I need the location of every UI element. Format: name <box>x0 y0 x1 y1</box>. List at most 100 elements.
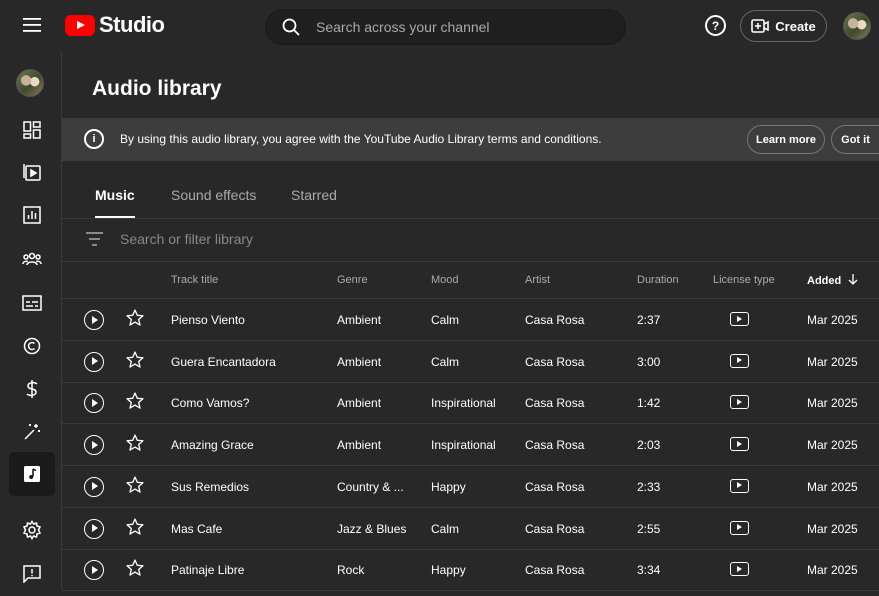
table-row[interactable]: Pienso Viento Ambient Calm Casa Rosa 2:37 Mar… <box>62 299 879 341</box>
play-icon[interactable] <box>84 435 104 456</box>
sidebar-item-content[interactable] <box>9 150 55 194</box>
sidebar-item-dashboard[interactable] <box>9 108 55 152</box>
dashboard-icon <box>23 121 41 139</box>
track-genre: Rock <box>337 563 365 578</box>
analytics-icon <box>23 206 41 224</box>
account-avatar[interactable] <box>843 12 871 40</box>
info-icon: i <box>84 129 104 149</box>
star-icon[interactable] <box>125 350 145 373</box>
copyright-icon <box>23 337 41 355</box>
search-icon[interactable] <box>266 18 316 36</box>
sidebar-item-audio-library[interactable] <box>9 452 55 496</box>
track-artist: Casa Rosa <box>525 396 585 411</box>
header-duration[interactable]: Duration <box>637 274 679 286</box>
track-added: Mar 2025 <box>807 563 858 578</box>
tab-sound-effects[interactable]: Sound effects <box>171 187 256 216</box>
tab-music[interactable]: Music <box>95 187 135 218</box>
table-header: Track title Genre Mood Artist Duration L… <box>62 262 879 299</box>
star-icon[interactable] <box>125 391 145 414</box>
studio-logo[interactable]: Studio <box>65 12 165 38</box>
track-genre: Ambient <box>337 438 382 453</box>
table-row[interactable]: Amazing Grace Ambient Inspirational Casa Ro… <box>62 424 879 467</box>
header-added[interactable]: Added <box>807 274 858 287</box>
table-row[interactable]: Guera Encantadora Ambient Calm Casa Rosa 3:0… <box>62 341 879 383</box>
track-artist: Casa Rosa <box>525 438 585 453</box>
track-title: Sus Remedios <box>171 479 250 494</box>
create-video-icon <box>751 19 770 33</box>
track-genre: Country & ... <box>337 479 404 494</box>
library-tabs: Music Sound effects Starred <box>62 178 879 219</box>
tab-starred[interactable]: Starred <box>291 187 337 216</box>
learn-more-button[interactable]: Learn more <box>747 125 825 154</box>
track-title: Patinaje Libre <box>171 563 245 578</box>
menu-icon[interactable] <box>17 10 47 40</box>
create-button[interactable]: Create <box>740 10 827 42</box>
track-added: Mar 2025 <box>807 438 858 453</box>
search-input[interactable] <box>316 19 606 35</box>
sidebar-item-community[interactable] <box>9 237 55 281</box>
track-added: Mar 2025 <box>807 521 858 536</box>
track-title: Mas Cafe <box>171 521 223 536</box>
play-icon[interactable] <box>84 518 104 539</box>
header-track-title[interactable]: Track title <box>171 274 218 286</box>
track-duration: 3:00 <box>637 354 661 369</box>
license-youtube-icon <box>730 353 749 368</box>
table-row[interactable]: Sus Remedios Country & ... Happy Casa Rosa 2… <box>62 466 879 508</box>
track-mood: Inspirational <box>431 438 496 453</box>
license-youtube-icon <box>730 395 749 410</box>
logo-text: Studio <box>99 12 165 37</box>
table-row[interactable]: Mas Cafe Jazz & Blues Calm Casa Rosa 2:55 Mar… <box>62 508 879 550</box>
sidebar-item-analytics[interactable] <box>9 193 55 237</box>
channel-search[interactable] <box>265 9 626 45</box>
track-mood: Inspirational <box>431 396 496 411</box>
track-genre: Jazz & Blues <box>337 521 407 536</box>
content-icon <box>23 164 41 181</box>
create-label: Create <box>775 18 816 34</box>
sidebar-item-customization[interactable] <box>9 410 55 454</box>
got-it-button[interactable]: Got it <box>831 125 879 154</box>
star-icon[interactable] <box>125 475 145 498</box>
track-duration: 3:34 <box>637 563 661 578</box>
play-icon[interactable] <box>84 560 104 581</box>
star-icon[interactable] <box>125 433 145 456</box>
track-artist: Casa Rosa <box>525 563 585 578</box>
sidebar-item-settings[interactable] <box>9 508 55 552</box>
track-mood: Happy <box>431 563 466 578</box>
table-row[interactable]: Como Vamos? Ambient Inspirational Casa Rosa… <box>62 382 879 425</box>
star-icon[interactable] <box>125 558 145 581</box>
header-artist[interactable]: Artist <box>525 274 550 286</box>
channel-avatar[interactable] <box>16 69 44 97</box>
sidebar-item-copyright[interactable] <box>9 324 55 368</box>
terms-banner: i By using this audio library, you agree… <box>62 118 879 161</box>
track-duration: 2:03 <box>637 438 661 453</box>
help-icon[interactable]: ? <box>705 15 726 36</box>
audio-library-icon <box>24 466 40 482</box>
sidebar-item-earn[interactable] <box>9 367 55 411</box>
sidebar-item-subtitles[interactable] <box>9 281 55 325</box>
track-mood: Happy <box>431 479 466 494</box>
track-added: Mar 2025 <box>807 354 858 369</box>
table-row[interactable]: Patinaje Libre Rock Happy Casa Rosa 3:34 Mar … <box>62 549 879 592</box>
play-icon[interactable] <box>84 393 104 414</box>
sidebar <box>0 52 62 589</box>
header-genre[interactable]: Genre <box>337 274 368 286</box>
filter-icon[interactable] <box>86 232 103 246</box>
track-title: Guera Encantadora <box>171 354 276 369</box>
play-icon[interactable] <box>84 310 104 330</box>
play-icon[interactable] <box>84 476 104 497</box>
play-icon[interactable] <box>84 351 104 372</box>
header-added-label: Added <box>807 275 842 287</box>
star-icon[interactable] <box>125 517 145 540</box>
star-icon[interactable] <box>125 308 145 331</box>
filter-input[interactable] <box>120 231 520 247</box>
track-title: Amazing Grace <box>171 438 254 453</box>
track-duration: 2:33 <box>637 479 661 494</box>
header-mood[interactable]: Mood <box>431 274 459 286</box>
header-license-type: License type <box>713 274 775 286</box>
subtitles-icon <box>22 295 42 311</box>
track-genre: Ambient <box>337 354 382 369</box>
license-youtube-icon <box>730 478 749 493</box>
sidebar-item-feedback[interactable] <box>9 552 55 596</box>
track-title: Como Vamos? <box>171 396 250 411</box>
license-youtube-icon <box>730 437 749 452</box>
